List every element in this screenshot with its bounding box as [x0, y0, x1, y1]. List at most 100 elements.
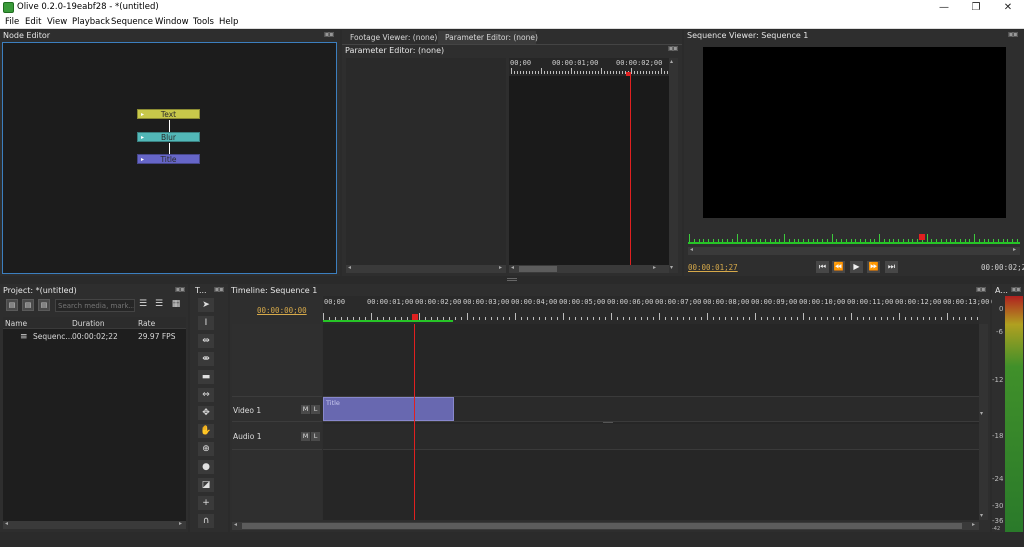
tab-footage-viewer[interactable]: Footage Viewer: (none) — [344, 31, 437, 44]
dock-float-close-icon[interactable]: ▣▣ — [214, 286, 226, 293]
scroll-up-icon[interactable]: ▴ — [670, 58, 673, 65]
mute-button[interactable]: M — [301, 432, 310, 441]
scroll-down-icon[interactable]: ▾ — [980, 410, 983, 417]
lock-button[interactable]: L — [311, 432, 320, 441]
open-icon[interactable]: ▤ — [22, 299, 34, 311]
hand-tool-icon[interactable]: ✋ — [198, 424, 214, 438]
project-search-input[interactable] — [55, 299, 135, 312]
timeline-ruler[interactable]: 00;00 00:00:01;00 00:00:02;00 00:00:03;00 00… — [323, 296, 1004, 324]
add-tool-icon[interactable]: + — [198, 496, 214, 510]
parameter-hscrollbar[interactable]: ◂ ▸ — [346, 264, 506, 273]
title-clip[interactable]: Title — [323, 397, 454, 421]
mute-button[interactable]: M — [301, 405, 310, 414]
dock-float-close-icon[interactable]: ▣▣ — [976, 286, 988, 293]
edit-tool-icon[interactable]: I — [198, 316, 214, 330]
menu-file[interactable]: File — [5, 17, 19, 27]
scroll-right-icon[interactable]: ▸ — [179, 520, 182, 527]
viewer-timeline-ruler[interactable] — [688, 230, 1020, 244]
scroll-left-icon[interactable]: ◂ — [511, 264, 514, 271]
audio-track[interactable] — [323, 424, 979, 450]
scroll-left-icon[interactable]: ◂ — [234, 521, 237, 528]
menu-tools[interactable]: Tools — [193, 17, 214, 27]
column-rate[interactable]: Rate — [138, 319, 155, 328]
tree-view-icon[interactable]: ☰ — [137, 299, 149, 311]
maximize-button[interactable]: ❐ — [961, 0, 991, 16]
zoom-tool-icon[interactable]: ⊕ — [198, 442, 214, 456]
menu-playback[interactable]: Playback — [72, 17, 110, 27]
scroll-right-icon[interactable]: ▸ — [653, 264, 656, 271]
menu-help[interactable]: Help — [219, 17, 238, 27]
ruler-tick — [911, 317, 912, 320]
record-tool-icon[interactable]: ● — [198, 460, 214, 474]
ruler-tick — [803, 313, 804, 320]
list-view-icon[interactable]: ☰ — [153, 299, 165, 311]
scroll-left-icon[interactable]: ◂ — [348, 264, 351, 271]
track-divider-grip[interactable] — [603, 422, 613, 423]
save-icon[interactable]: ▤ — [38, 299, 50, 311]
keyframe-hscrollbar[interactable]: ◂ ▸ — [509, 264, 669, 273]
icon-view-icon[interactable]: ▦ — [170, 299, 182, 311]
ruler-tick — [529, 71, 530, 74]
scroll-down-icon[interactable]: ▾ — [980, 512, 983, 519]
playhead-marker[interactable] — [412, 314, 418, 320]
scroll-thumb[interactable] — [519, 266, 557, 272]
go-to-start-button[interactable]: ⏮ — [816, 261, 829, 273]
timeline-hscrollbar[interactable]: ◂ ▸ — [232, 521, 979, 530]
row-duration: 00:00:02;22 — [72, 332, 118, 341]
scroll-down-icon[interactable]: ▾ — [670, 264, 673, 271]
slide-tool-icon[interactable]: ✥ — [198, 406, 214, 420]
lock-button[interactable]: L — [311, 405, 320, 414]
menu-view[interactable]: View — [47, 17, 67, 27]
new-item-icon[interactable]: ▤ — [6, 299, 18, 311]
timeline-tracks[interactable]: Title — [323, 324, 979, 520]
snapping-toggle-icon[interactable]: ∩ — [198, 514, 214, 528]
node-title[interactable]: ▸ Title — [137, 154, 200, 164]
column-duration[interactable]: Duration — [72, 319, 105, 328]
fast-forward-button[interactable]: ⏩ — [867, 261, 880, 273]
scroll-right-icon[interactable]: ▸ — [499, 264, 502, 271]
dock-float-close-icon[interactable]: ▣▣ — [1011, 286, 1023, 293]
ruler-tick — [926, 234, 928, 242]
column-name[interactable]: Name — [5, 319, 27, 328]
go-to-end-button[interactable]: ⏭ — [885, 261, 898, 273]
menu-window[interactable]: Window — [155, 17, 189, 27]
ripple-tool-icon[interactable]: ⇹ — [198, 334, 214, 348]
minimize-button[interactable]: — — [929, 0, 959, 16]
scroll-left-icon[interactable]: ◂ — [5, 520, 8, 527]
node-canvas[interactable]: ▸ Text ▸ Blur ▸ Title — [2, 42, 337, 274]
pointer-tool-icon[interactable]: ➤ — [198, 298, 214, 312]
table-row[interactable]: ≡ Sequenc... 00:00:02;22 29.97 FPS — [3, 331, 186, 342]
timeline-vscrollbar[interactable]: ▾ ▾ — [979, 324, 988, 520]
transition-tool-icon[interactable]: ◪ — [198, 478, 214, 492]
dock-float-close-icon[interactable]: ▣▣ — [324, 31, 336, 38]
viewer-current-time[interactable]: 00:00:01;27 — [688, 263, 738, 272]
close-button[interactable]: ✕ — [993, 0, 1023, 16]
razor-tool-icon[interactable]: ▬ — [198, 370, 214, 384]
video-preview[interactable] — [703, 47, 1006, 218]
keyframe-ruler[interactable]: 00;00 00:00:01;00 00:00:02;00 — [509, 58, 671, 77]
tab-parameter-editor[interactable]: Parameter Editor: (none) — [438, 31, 538, 44]
project-hscrollbar[interactable]: ◂ ▸ — [3, 520, 186, 529]
menu-edit[interactable]: Edit — [25, 17, 41, 27]
play-button[interactable]: ▶ — [850, 261, 863, 273]
scroll-thumb[interactable] — [242, 523, 962, 529]
node-text[interactable]: ▸ Text — [137, 109, 200, 119]
viewer-hscrollbar[interactable]: ◂ ▸ — [688, 246, 1020, 255]
rolling-tool-icon[interactable]: ⇼ — [198, 352, 214, 366]
menu-sequence[interactable]: Sequence — [111, 17, 153, 27]
scroll-left-icon[interactable]: ◂ — [690, 246, 693, 253]
dock-float-close-icon[interactable]: ▣▣ — [1008, 31, 1020, 38]
scroll-right-icon[interactable]: ▸ — [972, 521, 975, 528]
playhead-marker[interactable] — [919, 234, 925, 240]
dock-float-close-icon[interactable]: ▣▣ — [175, 286, 187, 293]
slip-tool-icon[interactable]: ⇔ — [198, 388, 214, 402]
rewind-button[interactable]: ⏪ — [832, 261, 845, 273]
keyframe-view[interactable] — [509, 76, 669, 265]
ruler-tick — [655, 71, 656, 74]
keyframe-vscrollbar[interactable]: ▴ ▾ — [669, 58, 678, 273]
dock-float-close-icon[interactable]: ▣▣ — [668, 45, 680, 52]
node-blur[interactable]: ▸ Blur — [137, 132, 200, 142]
scroll-right-icon[interactable]: ▸ — [1013, 246, 1016, 253]
timeline-current-time[interactable]: 00:00:00;00 — [257, 306, 307, 315]
splitter[interactable] — [0, 276, 1024, 284]
